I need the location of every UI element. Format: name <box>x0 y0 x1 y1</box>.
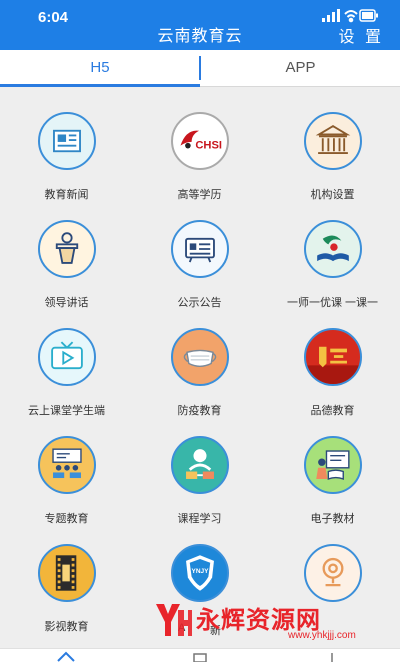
tab-app[interactable]: APP <box>201 50 400 86</box>
building-icon <box>304 112 362 170</box>
mask-icon <box>171 328 229 386</box>
webcam-icon <box>304 544 362 602</box>
settings-button[interactable]: 设 置 <box>339 23 384 47</box>
battery-icon <box>359 9 378 22</box>
grid-item-quality-lessons[interactable]: 一师一优课 一课一 <box>266 208 399 316</box>
classroom-icon <box>38 436 96 494</box>
grid-item-higher-education[interactable]: CHSI 高等学历 <box>133 100 266 208</box>
grid-item-public-notice[interactable]: 公示公告 <box>133 208 266 316</box>
grid-item-label: 电子教材 <box>310 513 355 525</box>
tv-play-icon <box>38 328 96 386</box>
bottom-nav <box>0 648 400 662</box>
grid-item-institutions[interactable]: 机构设置 <box>266 100 399 208</box>
grid-item-label: 防疫教育 <box>177 405 222 417</box>
grid-item-leader-speech[interactable]: 领导讲话 <box>0 208 133 316</box>
course-icon <box>171 436 229 494</box>
chsi-logo-icon: CHSI <box>171 112 229 170</box>
watermark-logo-icon <box>156 604 192 636</box>
wifi-icon <box>344 10 358 23</box>
newspaper-icon <box>38 112 96 170</box>
grid-item-moral-education[interactable]: 品德教育 <box>266 316 399 424</box>
svg-text:YNJY: YNJY <box>192 568 210 575</box>
grid-item-label: 高等学历 <box>177 189 222 201</box>
grid-item-label: 公示公告 <box>177 297 222 309</box>
book-logo-icon <box>304 220 362 278</box>
film-icon <box>38 544 96 602</box>
grid-item-cloud-classroom[interactable]: 云上课堂学生端 <box>0 316 133 424</box>
red-emblem-icon <box>304 328 362 386</box>
grid-item-course-study[interactable]: 课程学习 <box>133 424 266 532</box>
grid-item-special-topics[interactable]: 专题教育 <box>0 424 133 532</box>
watermark-url: www.yhkjjj.com <box>288 630 356 641</box>
grid-item-label: 教育新闻 <box>44 189 89 201</box>
nav-icon-middle[interactable] <box>190 651 210 662</box>
grid-item-label: 专题教育 <box>44 513 89 525</box>
shield-badge-icon: YNJY <box>171 544 229 602</box>
notice-board-icon <box>171 220 229 278</box>
ebook-icon <box>304 436 362 494</box>
grid-item-electronic-textbook[interactable]: 电子教材 <box>266 424 399 532</box>
svg-text:CHSI: CHSI <box>195 139 222 151</box>
grid-item-epidemic-education[interactable]: 防疫教育 <box>133 316 266 424</box>
nav-icon-right[interactable] <box>322 651 342 662</box>
tab-h5[interactable]: H5 <box>0 50 200 87</box>
watermark: 永辉资源网 www.yhkjjj.com <box>152 600 392 641</box>
grid-item-label: 机构设置 <box>310 189 355 201</box>
grid-item-label: 品德教育 <box>310 405 355 417</box>
top-bar: 6:04 云南教育云 设 置 <box>0 0 400 50</box>
podium-icon <box>38 220 96 278</box>
grid-item-film-education[interactable]: 影视教育 <box>0 532 133 640</box>
home-icon[interactable] <box>56 651 76 662</box>
signal-icon <box>322 9 340 22</box>
grid-item-education-news[interactable]: 教育新闻 <box>0 100 133 208</box>
tab-bar: H5 APP <box>0 50 400 87</box>
grid-item-label: 课程学习 <box>177 513 222 525</box>
grid-item-label: 云上课堂学生端 <box>28 405 105 417</box>
grid-item-label: 影视教育 <box>44 621 89 633</box>
grid-item-label: 一师一优课 一课一 <box>286 297 379 309</box>
status-icons <box>322 9 378 23</box>
grid-item-label: 领导讲话 <box>44 297 89 309</box>
